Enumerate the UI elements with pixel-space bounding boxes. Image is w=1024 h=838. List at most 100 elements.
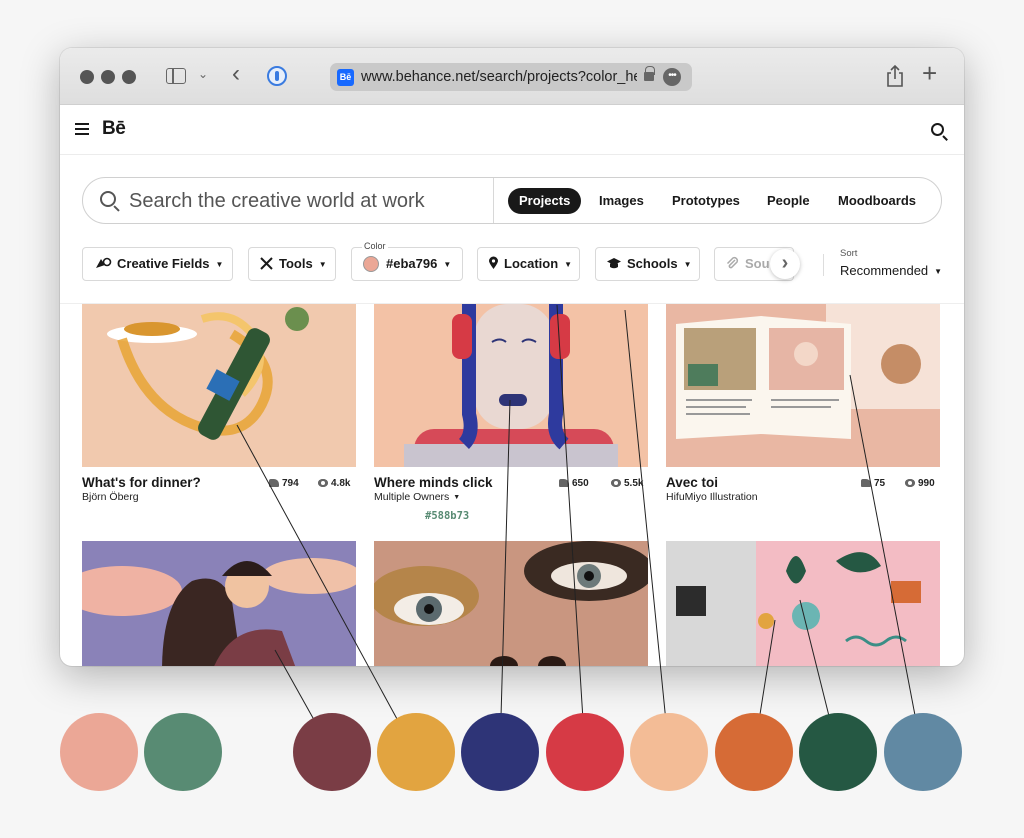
share-icon[interactable]: [886, 64, 904, 88]
tab-prototypes[interactable]: Prototypes: [661, 188, 751, 214]
chevron-down-icon[interactable]: ⌄: [198, 67, 208, 81]
color-filter-label: Color: [362, 241, 388, 251]
views-value: 990: [918, 478, 935, 489]
password-manager-icon[interactable]: [267, 66, 287, 86]
minimize-window-button[interactable]: [101, 70, 115, 84]
chevron-right-icon[interactable]: ›: [770, 249, 800, 279]
tab-people[interactable]: People: [756, 188, 821, 214]
project-title[interactable]: Where minds click: [374, 475, 493, 490]
palette-swatch-5: [461, 713, 539, 791]
zoom-window-button[interactable]: [122, 70, 136, 84]
caret-down-icon: ▼: [453, 494, 461, 501]
url-text[interactable]: www.behance.net/search/projects?color_he…: [361, 69, 637, 85]
thumbs-up-icon: [559, 479, 569, 487]
hamburger-menu-icon[interactable]: [75, 123, 89, 135]
color-value: #eba796: [386, 256, 438, 271]
location-label: Location: [504, 256, 559, 271]
back-arrow-icon[interactable]: ‹: [232, 62, 240, 86]
creative-fields-dropdown[interactable]: Creative Fields ▼: [82, 247, 233, 281]
tab-projects[interactable]: Projects: [508, 188, 582, 214]
browser-window: ⌄ ‹ Bē www.behance.net/search/projects?c…: [60, 48, 964, 666]
palette-swatch-4: [377, 713, 455, 791]
caret-down-icon: ▼: [318, 260, 327, 269]
creative-fields-label: Creative Fields: [117, 256, 210, 271]
project-title[interactable]: What's for dinner?: [82, 475, 201, 490]
views-count: 4.8k: [318, 478, 350, 489]
tools-icon: [260, 257, 273, 270]
likes-count: 794: [269, 478, 299, 489]
palette-swatch-1: [60, 713, 138, 791]
eye-icon: [611, 479, 621, 487]
project-grid: What's for dinner? Björn Öberg 794 4.8k …: [60, 303, 964, 666]
creative-fields-icon: [96, 257, 112, 268]
tab-images[interactable]: Images: [588, 188, 655, 214]
sort-dropdown[interactable]: Recommended ▼: [840, 263, 942, 278]
project-owner[interactable]: Björn Öberg: [82, 491, 139, 503]
behance-favicon-icon: Bē: [337, 69, 354, 86]
tools-label: Tools: [279, 256, 313, 271]
filter-divider: [823, 254, 824, 276]
palette-swatch-10: [884, 713, 962, 791]
search-bar: Projects Images Prototypes People Moodbo…: [82, 177, 942, 224]
project-thumbnail-eyes[interactable]: [374, 541, 648, 666]
behance-logo[interactable]: Bē: [102, 118, 126, 140]
graduation-cap-icon: [607, 258, 621, 269]
sort-value: Recommended: [840, 263, 929, 278]
project-title[interactable]: Avec toi: [666, 475, 718, 490]
likes-value: 794: [282, 478, 299, 489]
eye-icon: [905, 479, 915, 487]
tools-dropdown[interactable]: Tools ▼: [248, 247, 336, 281]
project-thumbnail-mural[interactable]: [666, 541, 940, 666]
lock-icon: [644, 66, 655, 81]
search-input[interactable]: [129, 188, 489, 214]
caret-down-icon: ▼: [934, 267, 943, 276]
color-dropdown[interactable]: #eba796 ▼: [351, 247, 463, 281]
caret-down-icon: ▼: [683, 260, 692, 269]
tab-moodboards[interactable]: Moodboards: [827, 188, 927, 214]
project-owner-dropdown[interactable]: Multiple Owners ▼: [374, 491, 460, 503]
likes-value: 75: [874, 478, 886, 489]
color-swatch: [363, 256, 379, 272]
sidebar-toggle-icon[interactable]: [166, 68, 186, 84]
browser-toolbar: ⌄ ‹ Bē www.behance.net/search/projects?c…: [60, 48, 964, 105]
likes-value: 650: [572, 478, 589, 489]
paperclip-icon: [726, 256, 739, 269]
views-count: 5.5k: [611, 478, 643, 489]
search-divider: [493, 178, 494, 223]
project-thumbnail-whats-for-dinner[interactable]: [82, 304, 356, 467]
likes-count: 75: [861, 478, 885, 489]
palette-swatch-7: [630, 713, 708, 791]
palette-swatch-9: [799, 713, 877, 791]
address-bar[interactable]: Bē www.behance.net/search/projects?color…: [330, 63, 692, 91]
palette-swatch-2: [144, 713, 222, 791]
location-dropdown[interactable]: Location ▼: [477, 247, 580, 281]
caret-down-icon: ▼: [443, 260, 452, 269]
project-owner[interactable]: HifuMiyo Illustration: [666, 491, 758, 503]
palette-swatch-8: [715, 713, 793, 791]
views-value: 5.5k: [624, 478, 644, 489]
eye-icon: [318, 479, 328, 487]
search-icon[interactable]: [931, 123, 944, 136]
project-owner: Multiple Owners: [374, 491, 450, 503]
caret-down-icon: ▼: [564, 260, 573, 269]
views-count: 990: [905, 478, 935, 489]
project-thumbnail-avec-toi[interactable]: [666, 304, 940, 467]
thumbs-up-icon: [861, 479, 871, 487]
location-pin-icon: [489, 256, 498, 269]
likes-count: 650: [559, 478, 589, 489]
color-hex-annotation: #588b73: [425, 510, 470, 522]
sort-label: Sort: [840, 248, 858, 259]
close-window-button[interactable]: [80, 70, 94, 84]
project-thumbnail-where-minds-click[interactable]: [374, 304, 648, 467]
thumbs-up-icon: [269, 479, 279, 487]
new-tab-plus-icon[interactable]: +: [922, 60, 937, 86]
schools-dropdown[interactable]: Schools ▼: [595, 247, 700, 281]
source-label: Sou: [745, 256, 770, 271]
project-thumbnail-couple[interactable]: [82, 541, 356, 666]
schools-label: Schools: [627, 256, 678, 271]
palette-swatch-3: [293, 713, 371, 791]
views-value: 4.8k: [331, 478, 351, 489]
more-options-icon[interactable]: •••: [663, 68, 681, 86]
search-icon: [100, 191, 116, 207]
palette-swatch-6: [546, 713, 624, 791]
